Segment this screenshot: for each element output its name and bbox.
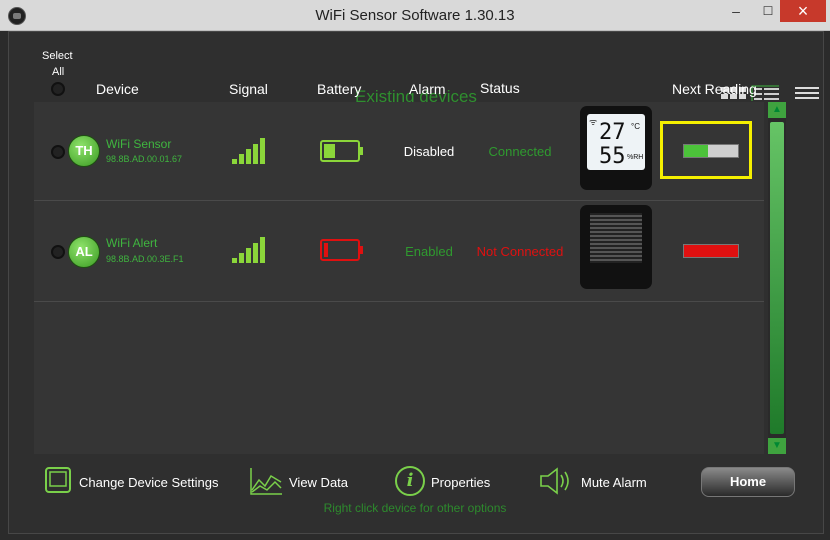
select-all-radio[interactable] xyxy=(51,82,65,96)
device-type-badge: AL xyxy=(68,236,100,268)
lcd-humidity: 55 xyxy=(599,144,626,169)
scroll-down-arrow[interactable]: ▼ xyxy=(768,438,786,454)
info-icon: i xyxy=(395,466,425,496)
column-battery[interactable]: Battery xyxy=(317,81,361,97)
speaker-icon xyxy=(540,467,569,495)
device-name: WiFi Alert xyxy=(106,236,158,250)
battery-icon xyxy=(320,239,363,261)
scroll-up-arrow[interactable]: ▲ xyxy=(768,102,786,118)
change-device-settings-label: Change Device Settings xyxy=(79,475,219,490)
lcd-humidity-unit: %RH xyxy=(627,154,644,161)
device-name: WiFi Sensor xyxy=(106,137,172,151)
alert-device-image xyxy=(580,205,652,289)
speaker-grille xyxy=(590,213,642,263)
column-next-reading[interactable]: Next Reading xyxy=(672,81,757,97)
column-signal[interactable]: Signal xyxy=(229,81,268,97)
connection-status: Connected xyxy=(488,144,552,159)
mute-alarm-label: Mute Alarm xyxy=(581,475,647,490)
properties-label: Properties xyxy=(431,475,491,490)
window-title: WiFi Sensor Software 1.30.13 xyxy=(315,7,515,24)
column-status[interactable]: Status xyxy=(480,80,520,96)
alarm-state: Disabled xyxy=(403,144,455,159)
device-type-badge: TH xyxy=(68,135,100,167)
chart-icon xyxy=(250,468,282,495)
next-reading-progress xyxy=(683,144,739,158)
right-click-hint: Right click device for other options xyxy=(323,501,507,515)
signal-strength-icon xyxy=(232,138,266,164)
device-row[interactable]: AL WiFi Alert 98.8B.AD.00.3E.F1 Enabled … xyxy=(34,201,764,302)
alarm-state: Enabled xyxy=(405,244,453,259)
connection-status: Not Connected xyxy=(476,244,564,259)
select-all-label-2: All xyxy=(52,66,65,78)
compact-view-icon[interactable] xyxy=(793,85,821,101)
minimize-button[interactable]: – xyxy=(720,0,752,22)
device-select-radio[interactable] xyxy=(51,145,65,159)
wifi-antenna-icon: ᯤ xyxy=(589,117,598,127)
next-reading-progress xyxy=(683,244,739,258)
view-data-label: View Data xyxy=(289,475,349,490)
device-mac: 98.8B.AD.00.3E.F1 xyxy=(106,254,184,264)
signal-strength-icon xyxy=(232,237,266,263)
tablet-icon xyxy=(45,467,71,493)
column-device[interactable]: Device xyxy=(96,81,139,97)
title-bar: WiFi Sensor Software 1.30.13 – ☐ × xyxy=(0,0,830,31)
sensor-device-image: ᯤ 27 °C 55 %RH xyxy=(580,106,652,190)
scrollbar[interactable]: ▲ ▼ xyxy=(768,102,786,454)
sensor-lcd: ᯤ 27 °C 55 %RH xyxy=(587,114,645,170)
lcd-temperature: 27 xyxy=(599,120,626,145)
close-button[interactable]: × xyxy=(780,0,826,22)
home-button[interactable]: Home xyxy=(701,467,795,497)
device-mac: 98.8B.AD.00.01.67 xyxy=(106,154,183,164)
select-all-label-1: Select xyxy=(42,50,73,62)
column-alarm[interactable]: Alarm xyxy=(409,81,446,97)
lcd-temperature-unit: °C xyxy=(631,122,640,131)
scroll-thumb[interactable] xyxy=(770,122,784,434)
device-select-radio[interactable] xyxy=(51,245,65,259)
device-row[interactable]: TH WiFi Sensor 98.8B.AD.00.01.67 Disable… xyxy=(34,102,764,201)
battery-icon xyxy=(320,140,363,162)
